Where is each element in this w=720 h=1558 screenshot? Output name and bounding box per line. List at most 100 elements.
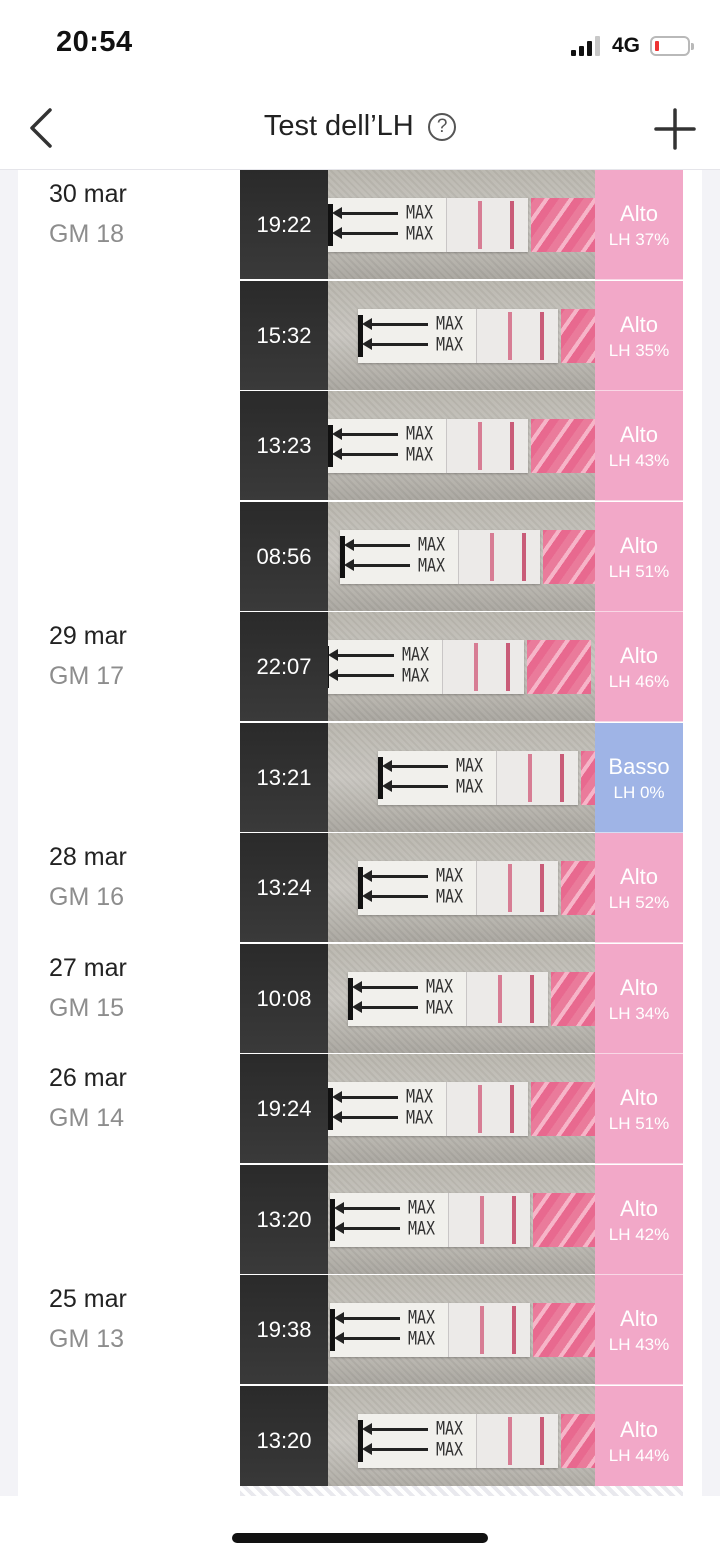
entry-cycle-day: GM 14 — [49, 1104, 125, 1132]
entry-time: 19:24 — [256, 1096, 312, 1121]
test-strip-image: MAX MAX — [348, 972, 595, 1026]
lh-result-badge[interactable]: Alto LH 43% — [595, 391, 683, 501]
entry-time: 15:32 — [256, 323, 312, 348]
lh-result-badge[interactable]: Alto LH 46% — [595, 612, 683, 722]
lh-level: Alto — [620, 1084, 658, 1110]
test-strip-image: MAX MAX — [328, 1082, 595, 1136]
lh-level: Alto — [620, 421, 658, 447]
entry-date: 27 mar — [49, 954, 127, 982]
test-strip-image: MAX MAX — [358, 1414, 595, 1468]
test-entry-row[interactable]: MAX MAX 13:20 Alto LH 44% — [18, 1386, 702, 1496]
test-strip-photo[interactable]: MAX MAX 10:08 — [240, 944, 595, 1054]
entry-cycle-day: GM 18 — [49, 220, 125, 248]
bottom-safe-area — [0, 1496, 720, 1558]
entry-time: 13:20 — [256, 1207, 312, 1232]
entry-time: 13:20 — [256, 1428, 312, 1453]
entry-date: 29 mar — [49, 622, 127, 650]
home-indicator[interactable] — [232, 1533, 488, 1543]
test-strip-photo[interactable]: MAX MAX 13:21 — [240, 723, 595, 833]
test-entry-row[interactable]: 30 mar GM 18 MAX MAX 19:22 Alto LH 37% — [18, 170, 702, 280]
test-strip-image: MAX MAX — [358, 861, 595, 915]
test-strip-photo[interactable]: MAX MAX 13:24 — [240, 833, 595, 943]
test-strip-photo[interactable]: MAX MAX 19:22 — [240, 170, 595, 280]
test-strip-photo[interactable]: MAX MAX 15:32 — [240, 281, 595, 391]
test-strip-image: MAX MAX — [328, 198, 595, 252]
entry-time: 08:56 — [256, 544, 312, 569]
test-strip-image: MAX MAX — [324, 640, 591, 694]
page-title: Test dell’LH — [263, 110, 414, 142]
lh-level: Alto — [620, 311, 658, 337]
test-entry-row[interactable]: 29 mar GM 17 MAX MAX 22:07 Alto LH 46% — [18, 612, 702, 722]
lh-level: Basso — [608, 753, 670, 779]
lh-percentage: LH 34% — [608, 1003, 670, 1023]
lh-result-badge[interactable]: Alto LH 34% — [595, 944, 683, 1054]
strip-max-label: MAX MAX — [406, 200, 434, 245]
lh-level: Alto — [620, 200, 658, 226]
lh-percentage: LH 0% — [613, 782, 665, 802]
lh-result-badge[interactable]: Alto LH 51% — [595, 1054, 683, 1164]
lh-result-badge[interactable]: Alto LH 42% — [595, 1165, 683, 1275]
strip-max-label: MAX MAX — [456, 753, 484, 798]
test-strip-photo[interactable]: MAX MAX 19:24 — [240, 1054, 595, 1164]
lh-percentage: LH 43% — [608, 1334, 670, 1354]
entry-date: 25 mar — [49, 1285, 127, 1313]
test-strip-photo[interactable]: MAX MAX 19:38 — [240, 1275, 595, 1385]
test-entry-row[interactable]: MAX MAX 13:23 Alto LH 43% — [18, 391, 702, 501]
test-entry-row[interactable]: 26 mar GM 14 MAX MAX 19:24 Alto LH 51% — [18, 1054, 702, 1164]
test-entry-row[interactable]: MAX MAX 08:56 Alto LH 51% — [18, 502, 702, 612]
plus-icon — [654, 108, 696, 150]
lh-percentage: LH 42% — [608, 1224, 670, 1244]
entry-time: 13:24 — [256, 875, 312, 900]
test-entry-row[interactable]: MAX MAX 15:32 Alto LH 35% — [18, 281, 702, 391]
entry-date: 30 mar — [49, 180, 127, 208]
lh-level: Alto — [620, 974, 658, 1000]
entry-time: 10:08 — [256, 986, 312, 1011]
lh-percentage: LH 51% — [608, 561, 670, 581]
entry-date: 28 mar — [49, 843, 127, 871]
cellular-signal-icon — [570, 36, 600, 56]
entry-time: 19:38 — [256, 1317, 312, 1342]
test-strip-image: MAX MAX — [328, 419, 595, 473]
test-entry-row[interactable]: 28 mar GM 16 MAX MAX 13:24 Alto LH 52% — [18, 833, 702, 943]
test-strip-image: MAX MAX — [330, 1193, 595, 1247]
entry-time: 13:21 — [256, 765, 312, 790]
test-strip-photo[interactable]: MAX MAX 13:20 — [240, 1386, 595, 1496]
lh-result-badge[interactable]: Alto LH 52% — [595, 833, 683, 943]
test-strip-photo[interactable]: MAX MAX 08:56 — [240, 502, 595, 612]
strip-max-label: MAX MAX — [436, 1416, 464, 1461]
entry-cycle-day: GM 17 — [49, 662, 125, 690]
lh-result-badge[interactable]: Basso LH 0% — [595, 723, 683, 833]
list-end-divider — [240, 1486, 683, 1496]
test-entry-row[interactable]: 25 mar GM 13 MAX MAX 19:38 Alto LH 43% — [18, 1275, 702, 1385]
test-strip-photo[interactable]: MAX MAX 13:20 — [240, 1165, 595, 1275]
lh-percentage: LH 51% — [608, 1113, 670, 1133]
battery-icon — [650, 36, 694, 56]
test-entry-row[interactable]: MAX MAX 13:21 Basso LH 0% — [18, 723, 702, 833]
lh-percentage: LH 46% — [608, 671, 670, 691]
lh-level: Alto — [620, 642, 658, 668]
strip-max-label: MAX MAX — [406, 421, 434, 466]
test-strip-photo[interactable]: MAX MAX 13:23 — [240, 391, 595, 501]
entry-date: 26 mar — [49, 1064, 127, 1092]
lh-percentage: LH 44% — [608, 1445, 670, 1465]
lh-result-badge[interactable]: Alto LH 51% — [595, 502, 683, 612]
lh-result-badge[interactable]: Alto LH 43% — [595, 1275, 683, 1385]
test-entry-row[interactable]: 27 mar GM 15 MAX MAX 10:08 Alto LH 34% — [18, 944, 702, 1054]
entry-cycle-day: GM 16 — [49, 883, 125, 911]
test-strip-photo[interactable]: MAX MAX 22:07 — [240, 612, 595, 722]
lh-result-badge[interactable]: Alto LH 37% — [595, 170, 683, 280]
lh-result-badge[interactable]: Alto LH 44% — [595, 1386, 683, 1496]
lh-test-list[interactable]: 30 mar GM 18 MAX MAX 19:22 Alto LH 37% M… — [18, 170, 702, 1496]
entry-time: 22:07 — [256, 654, 312, 679]
question-circle-icon[interactable]: ? — [428, 112, 457, 141]
lh-level: Alto — [620, 1195, 658, 1221]
test-entry-row[interactable]: MAX MAX 13:20 Alto LH 42% — [18, 1165, 702, 1275]
lh-result-badge[interactable]: Alto LH 35% — [595, 281, 683, 391]
network-type: 4G — [611, 34, 640, 57]
entry-time: 13:23 — [256, 433, 312, 458]
test-strip-image: MAX MAX — [378, 751, 595, 805]
test-strip-image: MAX MAX — [358, 309, 595, 363]
test-strip-image: MAX MAX — [340, 530, 595, 584]
add-test-button[interactable] — [654, 108, 696, 150]
lh-level: Alto — [620, 1416, 658, 1442]
